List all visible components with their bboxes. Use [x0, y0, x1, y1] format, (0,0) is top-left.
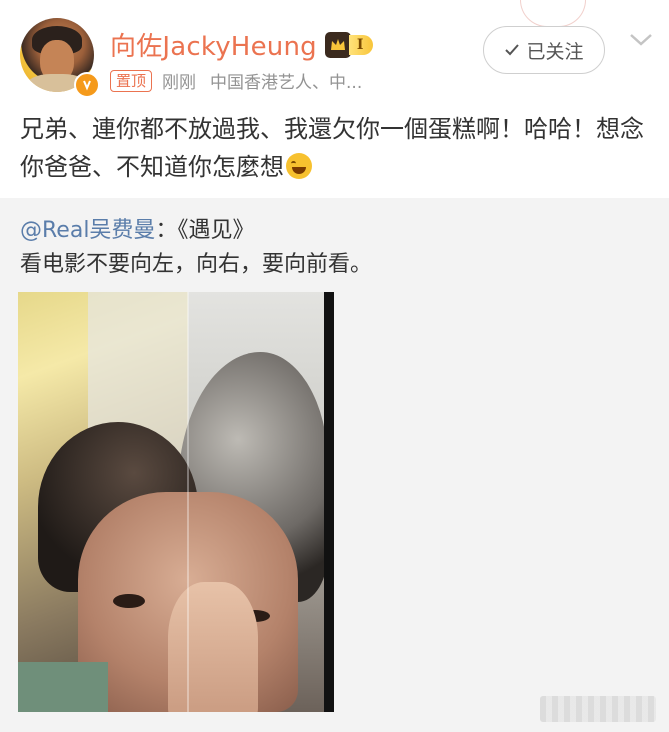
author-name[interactable]: 向佐JackyHeung: [110, 26, 317, 63]
author-description: 中国香港艺人、中...: [210, 73, 363, 93]
post-time: 刚刚: [162, 73, 197, 93]
verified-badge-icon: [74, 72, 100, 98]
post-meta: 置顶 刚刚 中国香港艺人、中...: [110, 68, 362, 93]
follow-label: 已关注: [526, 40, 584, 63]
crown-icon: [324, 31, 351, 58]
repost-title: ：《遇见》: [155, 218, 255, 243]
stamp-decoration: [520, 0, 586, 27]
repost-photo[interactable]: [18, 292, 334, 712]
repost-header: @Real吴费曼：《遇见》: [20, 212, 254, 244]
vip-badge[interactable]: I: [324, 31, 374, 58]
check-icon: [504, 43, 520, 57]
laughing-tears-emoji-icon: [286, 153, 312, 179]
author-row: 向佐JackyHeung I: [110, 26, 374, 63]
watermark: [540, 696, 656, 722]
follow-button[interactable]: 已关注: [483, 26, 605, 74]
post-text: 兄弟、連你都不放過我、我還欠你一個蛋糕啊！哈哈！想念你爸爸、不知道你怎麼想: [20, 115, 644, 181]
chevron-down-icon[interactable]: [624, 26, 658, 54]
repost-text: 看电影不要向左，向右，要向前看。: [20, 252, 373, 277]
post-body: 兄弟、連你都不放過我、我還欠你一個蛋糕啊！哈哈！想念你爸爸、不知道你怎麼想: [20, 110, 660, 186]
post-header: 向佐JackyHeung I 置顶 刚刚 中国香港艺人、中... 已关注: [0, 0, 669, 100]
repost-user-link[interactable]: @Real吴费曼: [20, 218, 155, 243]
vip-level: I: [348, 34, 374, 55]
pinned-tag: 置顶: [110, 69, 153, 92]
repost-card[interactable]: @Real吴费曼：《遇见》 看电影不要向左，向右，要向前看。: [0, 198, 669, 732]
